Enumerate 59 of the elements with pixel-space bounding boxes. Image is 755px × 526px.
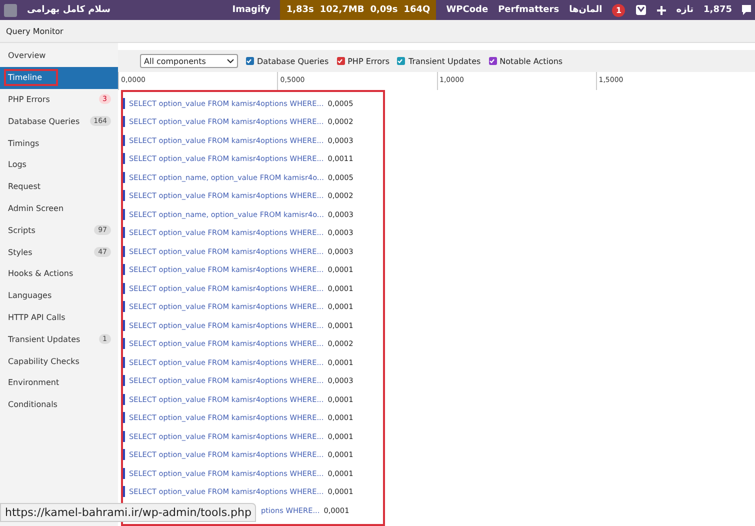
timeline-bar <box>123 264 125 276</box>
timeline-bar <box>123 98 125 109</box>
user-greeting[interactable]: سلام کامل بهرامی <box>27 5 110 15</box>
link-url-tooltip: https://kamel-bahrami.ir/wp-admin/tools.php <box>0 503 256 522</box>
imagify-menu[interactable]: Imagify <box>232 5 270 15</box>
timeline-bar <box>123 394 125 405</box>
sidebar-item[interactable]: Timeline <box>0 66 118 89</box>
sidebar-item[interactable]: HTTP API Calls <box>0 306 118 328</box>
component-select[interactable]: All components <box>140 54 238 68</box>
timeline-bar <box>123 246 125 257</box>
sidebar-item[interactable]: Admin Screen <box>0 198 118 220</box>
timeline-bar <box>123 412 125 424</box>
filter-checkbox[interactable] <box>246 57 254 65</box>
timeline-bar <box>123 449 125 460</box>
filter-checkbox[interactable] <box>397 57 406 65</box>
timeline-bar <box>123 375 125 386</box>
comment-count[interactable]: 1,875 <box>704 5 732 15</box>
sidebar-item[interactable]: Overview <box>0 45 118 67</box>
new-menu[interactable]: تازه <box>676 5 694 15</box>
panel-title: Query Monitor <box>6 26 64 36</box>
notification-count[interactable]: 1 <box>612 4 626 16</box>
sidebar-item[interactable]: Conditionals <box>0 394 118 416</box>
perfmatters-menu[interactable]: Perfmatters <box>498 5 560 15</box>
filter-label: Notable Actions <box>500 56 563 66</box>
filter-label: Database Queries <box>257 56 329 66</box>
timeline-bar <box>123 430 125 442</box>
timeline-bar <box>123 134 125 146</box>
timeline-bar <box>123 301 125 312</box>
timeline-bar <box>123 153 125 164</box>
avatar-icon[interactable] <box>4 4 17 16</box>
sidebar-item[interactable]: Request <box>0 176 118 198</box>
timeline-bar <box>123 320 125 331</box>
filter-label: Transient Updates <box>408 56 481 66</box>
timeline-bar <box>123 468 125 479</box>
wpcode-menu[interactable]: WPCode <box>446 5 488 15</box>
timeline-bar <box>123 282 125 294</box>
shield-icon[interactable] <box>635 4 648 16</box>
timeline-bar <box>123 116 125 128</box>
plus-icon[interactable] <box>657 6 666 14</box>
query-monitor-stats[interactable]: 1,83s 102,7MB 0,09s 164Q <box>280 0 436 20</box>
sidebar-item[interactable]: Timings <box>0 132 118 154</box>
sidebar-item[interactable]: Capability Checks <box>0 350 118 372</box>
chevron-down-icon <box>227 58 234 64</box>
timeline-bar <box>123 356 125 368</box>
filter-checkbox[interactable] <box>336 57 345 65</box>
timeline-bar <box>123 172 125 183</box>
sidebar-item[interactable]: Logs <box>0 154 118 176</box>
timeline-bar <box>123 486 125 498</box>
filter-label: PHP Errors <box>348 56 390 66</box>
sidebar-item[interactable]: Environment <box>0 372 118 394</box>
timeline-bar <box>123 208 125 220</box>
elements-menu[interactable]: المان‌ها <box>569 5 602 15</box>
filter-checkbox[interactable] <box>488 57 497 65</box>
timeline-bar <box>123 227 125 238</box>
timeline-bar <box>123 338 125 350</box>
sidebar-item[interactable]: Hooks & Actions <box>0 262 118 285</box>
timeline-bar <box>123 190 125 202</box>
sidebar-item[interactable]: Languages <box>0 284 118 307</box>
comment-icon[interactable] <box>742 5 751 15</box>
